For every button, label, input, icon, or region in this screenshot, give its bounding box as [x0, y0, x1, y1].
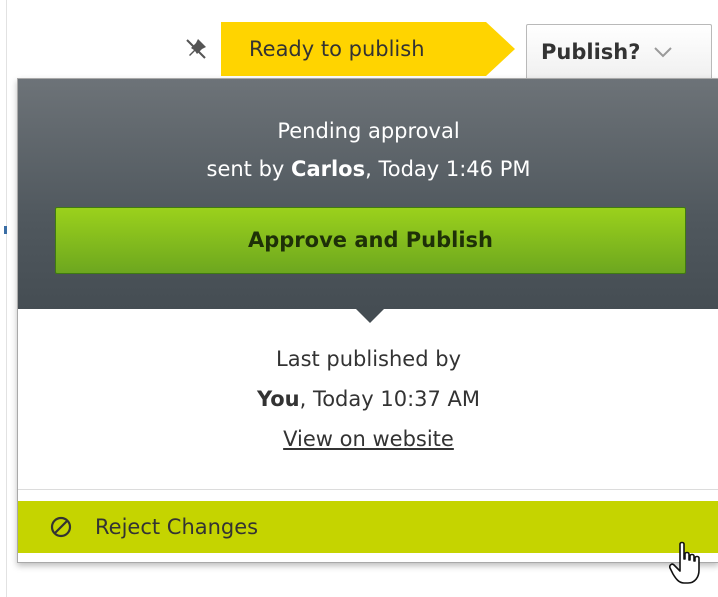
hand-pointer-cursor — [669, 541, 700, 584]
reject-changes-button[interactable]: Reject Changes — [18, 501, 718, 553]
publish-panel: Pending approval sent by Carlos, Today 1… — [17, 78, 718, 563]
view-on-website-link[interactable]: View on website — [283, 427, 454, 451]
page-edge-marker — [4, 226, 7, 234]
pin-off-icon[interactable] — [183, 36, 209, 62]
top-toolbar: Ready to publish Publish? — [0, 0, 718, 78]
last-published-label: Last published by — [276, 347, 461, 371]
section-pointer-arrow — [355, 308, 385, 323]
publish-button-label: Publish? — [541, 39, 641, 64]
last-published-user: You — [256, 387, 300, 411]
last-published-info: You, Today 10:37 AM — [18, 387, 718, 411]
sent-by-prefix: sent by — [206, 157, 292, 181]
status-ribbon: Ready to publish — [221, 22, 515, 76]
sent-by-user: Carlos — [291, 157, 366, 181]
view-on-website-row: View on website — [18, 427, 718, 451]
page-edge-line — [6, 0, 7, 597]
reject-changes-label: Reject Changes — [95, 515, 259, 539]
pending-approval-section: Pending approval sent by Carlos, Today 1… — [18, 79, 718, 309]
pending-approval-sender: sent by Carlos, Today 1:46 PM — [18, 157, 718, 181]
sent-by-time: , Today 1:46 PM — [365, 157, 531, 181]
publish-dropdown-button[interactable]: Publish? — [526, 24, 712, 78]
forbidden-icon — [50, 516, 72, 538]
approve-and-publish-button[interactable]: Approve and Publish — [55, 207, 686, 274]
chevron-down-icon — [654, 46, 673, 57]
pending-approval-title: Pending approval — [277, 119, 460, 143]
divider — [18, 489, 718, 490]
last-published-time: , Today 10:37 AM — [299, 387, 481, 411]
